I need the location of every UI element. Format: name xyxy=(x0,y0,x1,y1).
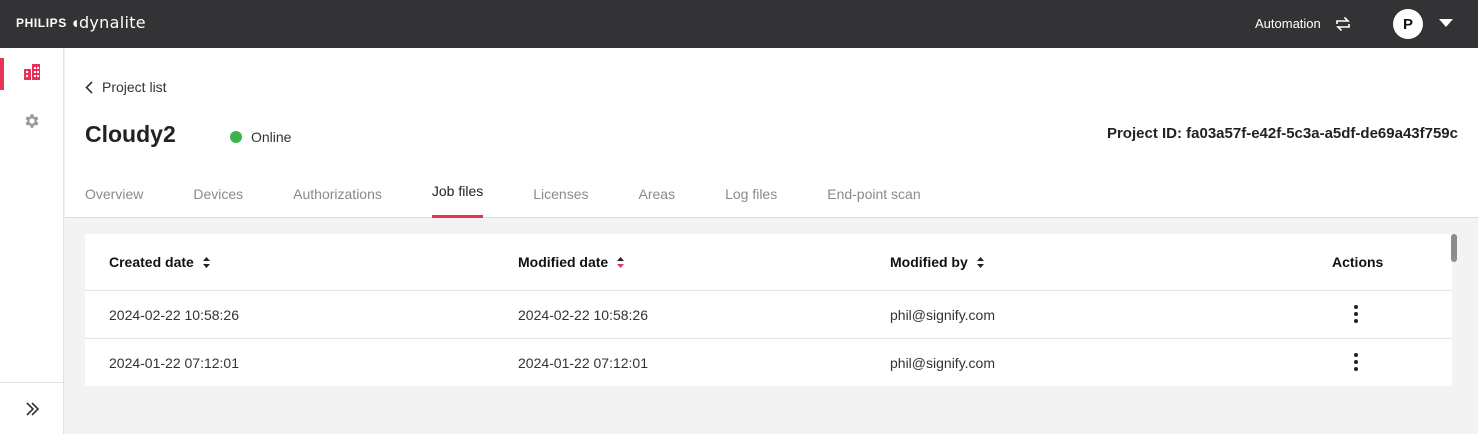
tab-areas[interactable]: Areas xyxy=(639,178,676,218)
row-actions-menu-icon[interactable] xyxy=(1347,303,1365,325)
brand-primary: PHILIPS xyxy=(16,15,67,30)
column-modified-by[interactable]: Modified by xyxy=(890,254,985,270)
column-modified-date[interactable]: Modified date xyxy=(518,254,625,270)
cell-created-date: 2024-02-22 10:58:26 xyxy=(109,307,239,323)
table-row[interactable]: 2024-01-22 07:12:01 2024-01-22 07:12:01 … xyxy=(85,339,1452,387)
tab-authorizations[interactable]: Authorizations xyxy=(293,178,382,218)
cell-modified-by: phil@signify.com xyxy=(890,355,995,371)
sidebar-item-settings[interactable] xyxy=(0,101,64,141)
dynalite-mark-icon: ◖ xyxy=(72,19,78,29)
brand-secondary-text: dynalite xyxy=(78,13,146,32)
status-indicator: Online xyxy=(230,129,291,145)
swap-arrows-icon[interactable] xyxy=(1334,15,1352,33)
back-link-label: Project list xyxy=(102,79,167,95)
tab-licenses[interactable]: Licenses xyxy=(533,178,588,218)
cell-created-date: 2024-01-22 07:12:01 xyxy=(109,355,239,371)
online-dot-icon xyxy=(230,131,242,143)
tab-overview[interactable]: Overview xyxy=(85,178,143,218)
column-label: Modified date xyxy=(518,254,609,270)
caret-down-icon[interactable] xyxy=(1439,19,1453,27)
column-actions: Actions xyxy=(1332,254,1383,270)
tab-devices[interactable]: Devices xyxy=(193,178,243,218)
job-files-table: Created date Modified date Modified by A… xyxy=(85,234,1452,386)
tab-log-files[interactable]: Log files xyxy=(725,178,777,218)
buildings-icon xyxy=(24,64,40,80)
tab-job-files[interactable]: Job files xyxy=(431,178,484,218)
row-actions-menu-icon[interactable] xyxy=(1347,351,1365,373)
automation-label[interactable]: Automation xyxy=(1255,16,1321,31)
sidebar-expand-button[interactable] xyxy=(0,382,64,434)
back-link[interactable]: Project list xyxy=(85,79,167,95)
cell-modified-date: 2024-01-22 07:12:01 xyxy=(518,355,648,371)
sort-icon xyxy=(202,256,210,268)
sort-descending-icon xyxy=(617,256,625,268)
column-label: Modified by xyxy=(890,254,968,270)
chevron-left-icon xyxy=(85,80,93,94)
column-created-date[interactable]: Created date xyxy=(109,254,211,270)
project-id: Project ID: fa03a57f-e42f-5c3a-a5df-de69… xyxy=(1106,125,1458,142)
column-label: Created date xyxy=(109,254,194,270)
brand-logo[interactable]: PHILIPS ◖dynalite xyxy=(16,13,146,32)
cell-modified-by: phil@signify.com xyxy=(890,307,995,323)
cell-modified-date: 2024-02-22 10:58:26 xyxy=(518,307,648,323)
scrollbar-thumb[interactable] xyxy=(1451,234,1457,262)
top-bar: PHILIPS ◖dynalite Automation P xyxy=(0,0,1478,48)
sort-icon xyxy=(976,256,984,268)
table-row[interactable]: 2024-02-22 10:58:26 2024-02-22 10:58:26 … xyxy=(85,291,1452,339)
tab-end-point-scan[interactable]: End-point scan xyxy=(827,178,920,218)
table-header: Created date Modified date Modified by A… xyxy=(85,234,1452,291)
tab-bar: Overview Devices Authorizations Job file… xyxy=(85,178,971,218)
user-avatar[interactable]: P xyxy=(1393,9,1423,39)
double-chevron-right-icon xyxy=(26,401,40,416)
sidebar xyxy=(0,48,64,434)
brand-secondary: ◖dynalite xyxy=(73,13,146,32)
page-title: Cloudy2 xyxy=(85,121,176,147)
status-label: Online xyxy=(251,129,292,145)
project-header: Project list Cloudy2 Online Project ID: … xyxy=(65,48,1478,218)
gear-icon xyxy=(25,114,39,128)
column-label: Actions xyxy=(1332,254,1384,270)
sidebar-item-projects[interactable] xyxy=(0,52,64,92)
